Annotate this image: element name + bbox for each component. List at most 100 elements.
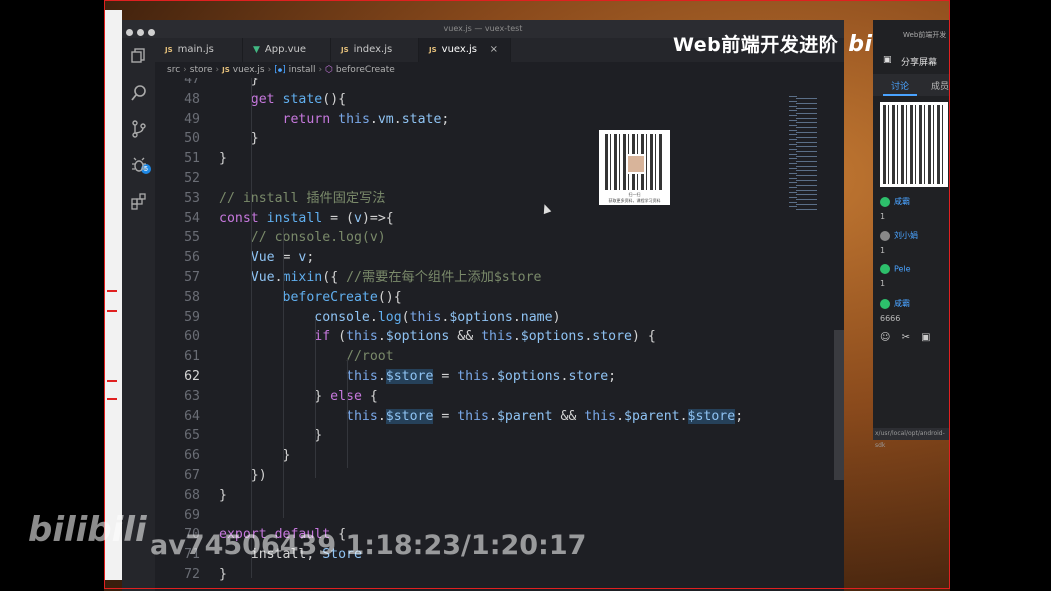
breadcrumb-beforecreate[interactable]: beforeCreate bbox=[336, 65, 395, 75]
code-text: if (this.$options && this.$options.store… bbox=[314, 329, 656, 345]
code-line[interactable]: 58 beforeCreate(){ bbox=[155, 288, 402, 308]
breadcrumb-store[interactable]: store bbox=[190, 65, 213, 75]
tab-index-js[interactable]: JS index.js bbox=[331, 38, 419, 62]
source-control-icon[interactable] bbox=[130, 120, 148, 138]
scrollbar-thumb[interactable] bbox=[834, 330, 844, 480]
minimap-line bbox=[789, 129, 797, 131]
code-line[interactable]: 61 //root bbox=[155, 347, 394, 367]
minimap-line bbox=[796, 175, 817, 177]
minimap-line bbox=[789, 172, 797, 174]
breadcrumb: src › store › JS vuex.js › [⦁] install › ⬡ before… bbox=[155, 62, 844, 78]
minimap-line bbox=[796, 132, 817, 133]
debug-icon[interactable] bbox=[130, 156, 148, 174]
tab-label: App.vue bbox=[264, 44, 307, 55]
minimap-line bbox=[789, 163, 797, 165]
tab-app-vue[interactable]: ▼ App.vue bbox=[243, 38, 331, 62]
code-line[interactable]: 49 return this.vm.state; bbox=[155, 110, 449, 130]
code-line[interactable]: 67 }) bbox=[155, 466, 267, 486]
share-screen-button[interactable]: 分享屏幕 bbox=[901, 55, 937, 68]
breadcrumb-src[interactable]: src bbox=[167, 65, 180, 75]
video-id-timestamp: av74506439 1:18:23/1:20:17 bbox=[150, 530, 587, 561]
minimap-line bbox=[789, 168, 797, 169]
code-line[interactable]: 59 console.log(this.$options.name) bbox=[155, 308, 560, 328]
tab-vuex-js[interactable]: JS vuex.js × bbox=[419, 38, 511, 62]
minimap-line bbox=[796, 156, 817, 157]
js-file-icon: JS bbox=[222, 66, 230, 74]
wechat-avatar bbox=[880, 298, 890, 309]
code-text: Vue = v; bbox=[250, 250, 315, 266]
code-text: return this.vm.state; bbox=[282, 111, 450, 127]
tab-label: index.js bbox=[353, 44, 393, 55]
line-number: 50 bbox=[184, 131, 200, 147]
code-text: // console.log(v) bbox=[250, 230, 386, 246]
share-screen-icon[interactable]: ▣ bbox=[883, 55, 892, 65]
minimap-line bbox=[796, 98, 817, 100]
minimap-line bbox=[796, 146, 817, 148]
extensions-icon[interactable] bbox=[130, 192, 148, 210]
qr-code-overlay: 扫一扫 获取更多资料，课程学习资料 bbox=[599, 130, 670, 205]
close-tab-icon[interactable]: × bbox=[490, 38, 498, 62]
code-line[interactable]: 57 Vue.mixin({ //需要在每个组件上添加$store bbox=[155, 268, 541, 288]
minimap-line bbox=[789, 148, 797, 150]
minimap-line bbox=[789, 144, 797, 145]
line-number: 63 bbox=[184, 388, 200, 404]
code-line[interactable]: 52 bbox=[155, 169, 219, 189]
breadcrumb-file[interactable]: vuex.js bbox=[233, 65, 265, 75]
minimap-line bbox=[796, 117, 817, 119]
code-line[interactable]: 66 } bbox=[155, 446, 290, 466]
explorer-icon[interactable] bbox=[130, 46, 148, 64]
line-number: 65 bbox=[184, 428, 200, 444]
code-line[interactable]: 50 } bbox=[155, 129, 259, 149]
chat-text: 6666 bbox=[880, 314, 901, 323]
line-number: 67 bbox=[184, 468, 200, 483]
minimap-line bbox=[789, 115, 797, 117]
code-text: } else { bbox=[219, 388, 378, 404]
code-line[interactable]: 68} bbox=[155, 486, 227, 506]
meeting-side-panel: Web前端开发 ▣ 分享屏幕 讨论 成员 咸霸 1 刘小娟 1 Pele 1 咸霸 66… bbox=[873, 20, 950, 440]
code-line[interactable]: 53 // install 插件固定写法 bbox=[155, 189, 385, 209]
code-line[interactable]: 64 this.$store = this.$parent && this.$p… bbox=[155, 407, 743, 427]
minimap-line bbox=[796, 208, 817, 210]
tab-main-js[interactable]: JS main.js bbox=[155, 38, 243, 62]
bilibili-logo: bilibili bbox=[28, 510, 147, 550]
code-text: this.$store = this.$options.store; bbox=[346, 369, 617, 384]
code-line[interactable]: 62 this.$store = this.$options.store; bbox=[155, 367, 616, 387]
breadcrumb-install[interactable]: install bbox=[289, 65, 316, 75]
indent-guide bbox=[251, 78, 252, 578]
minimap-line bbox=[796, 199, 817, 201]
minimap-line bbox=[789, 201, 797, 203]
code-line[interactable]: 72} bbox=[155, 565, 227, 585]
code-line[interactable]: 69 bbox=[155, 506, 219, 526]
minimap-line bbox=[789, 182, 797, 184]
code-text: } bbox=[219, 448, 291, 464]
code-line[interactable]: 56 Vue = v; bbox=[155, 248, 314, 268]
code-line[interactable]: 51} bbox=[155, 149, 227, 169]
code-editor[interactable]: 47 } 48 get state(){49 return this.vm.sta… bbox=[155, 78, 785, 591]
chat-toolbar[interactable]: ☺ ✂ ▣ bbox=[880, 332, 935, 343]
tab-members[interactable]: 成员 bbox=[931, 79, 949, 92]
search-icon[interactable] bbox=[130, 84, 148, 102]
minimap-line bbox=[789, 192, 797, 193]
code-text: } bbox=[219, 487, 227, 503]
code-text: get state(){ bbox=[250, 91, 347, 107]
code-line[interactable]: 47 } bbox=[155, 78, 259, 90]
line-number: 68 bbox=[184, 487, 200, 503]
minimap-line bbox=[796, 103, 817, 105]
window-title: vuex.js — vuex-test bbox=[443, 24, 523, 33]
tab-label: vuex.js bbox=[441, 44, 477, 55]
tab-label: main.js bbox=[177, 44, 214, 55]
indent-guide bbox=[315, 318, 316, 478]
code-line[interactable]: 54 const install = (v)=>{ bbox=[155, 209, 394, 229]
minimap-line bbox=[789, 124, 797, 126]
line-number: 59 bbox=[184, 309, 200, 325]
minimap-line bbox=[796, 165, 817, 167]
minimap-line bbox=[789, 206, 797, 208]
code-text: beforeCreate(){ bbox=[282, 289, 402, 305]
side-qr-code bbox=[880, 102, 948, 187]
code-line[interactable]: 60 if (this.$options && this.$options.st… bbox=[155, 327, 656, 347]
code-line[interactable]: 55 // console.log(v) bbox=[155, 228, 386, 248]
code-line[interactable]: 65 } bbox=[155, 426, 322, 446]
code-line[interactable]: 63 } else { bbox=[155, 387, 378, 407]
tab-discuss[interactable]: 讨论 bbox=[891, 79, 909, 92]
